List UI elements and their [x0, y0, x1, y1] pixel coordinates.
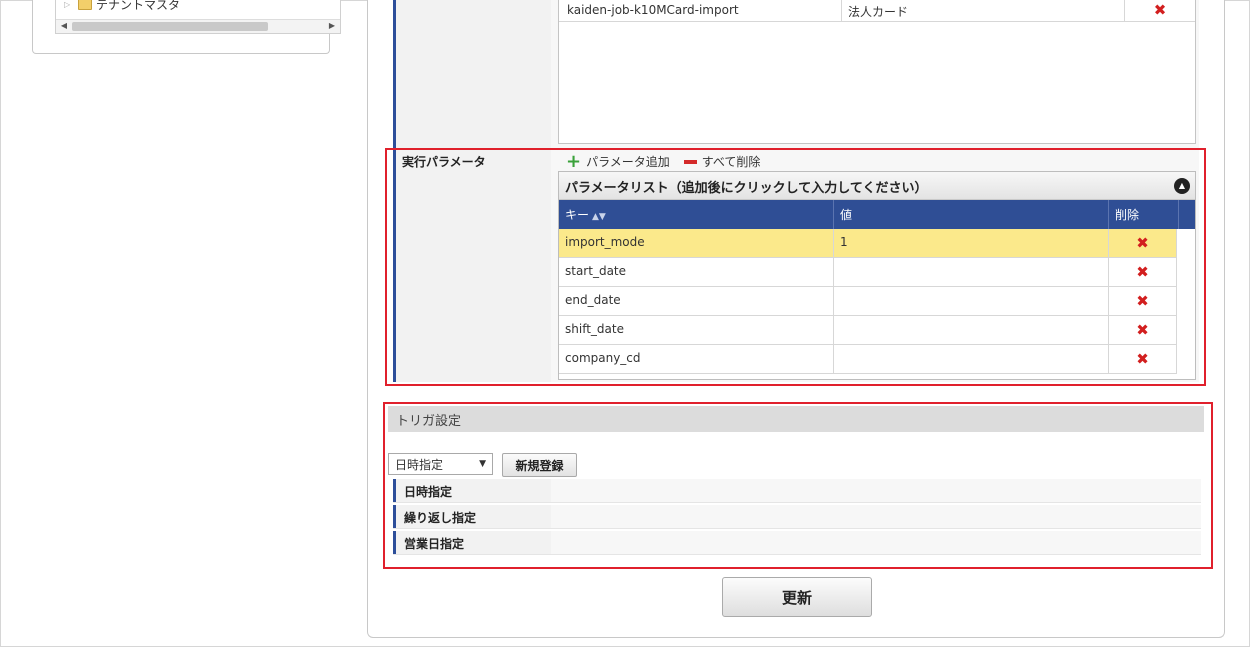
tree-item-tenant-master[interactable]: ▷ テナントマスタ	[64, 0, 180, 12]
scroll-right-icon[interactable]: ▶	[326, 21, 338, 30]
params-highlight-box	[385, 148, 1206, 386]
job-list: kaiden-job-k10MCard-import 法人カード ✖	[558, 0, 1196, 144]
tree-item-label: テナントマスタ	[96, 0, 181, 12]
scroll-left-icon[interactable]: ◀	[58, 21, 70, 30]
trigger-highlight-box	[383, 402, 1213, 569]
job-row[interactable]: kaiden-job-k10MCard-import 法人カード ✖	[559, 0, 1195, 22]
job-label-cell	[393, 0, 551, 146]
scroll-thumb[interactable]	[72, 22, 268, 31]
job-id-cell: kaiden-job-k10MCard-import	[559, 0, 842, 21]
tree-expand-icon[interactable]: ▷	[64, 0, 74, 9]
horizontal-scrollbar[interactable]: ◀ ▶	[56, 19, 340, 33]
folder-icon	[78, 0, 92, 10]
delete-job-icon[interactable]: ✖	[1154, 3, 1167, 18]
tree-panel: ▷ テナントマスタ ◀ ▶	[32, 0, 341, 54]
tree-view: ▷ テナントマスタ ◀ ▶	[55, 0, 341, 34]
update-button[interactable]: 更新	[722, 577, 872, 617]
job-name-cell: 法人カード	[842, 0, 1125, 21]
